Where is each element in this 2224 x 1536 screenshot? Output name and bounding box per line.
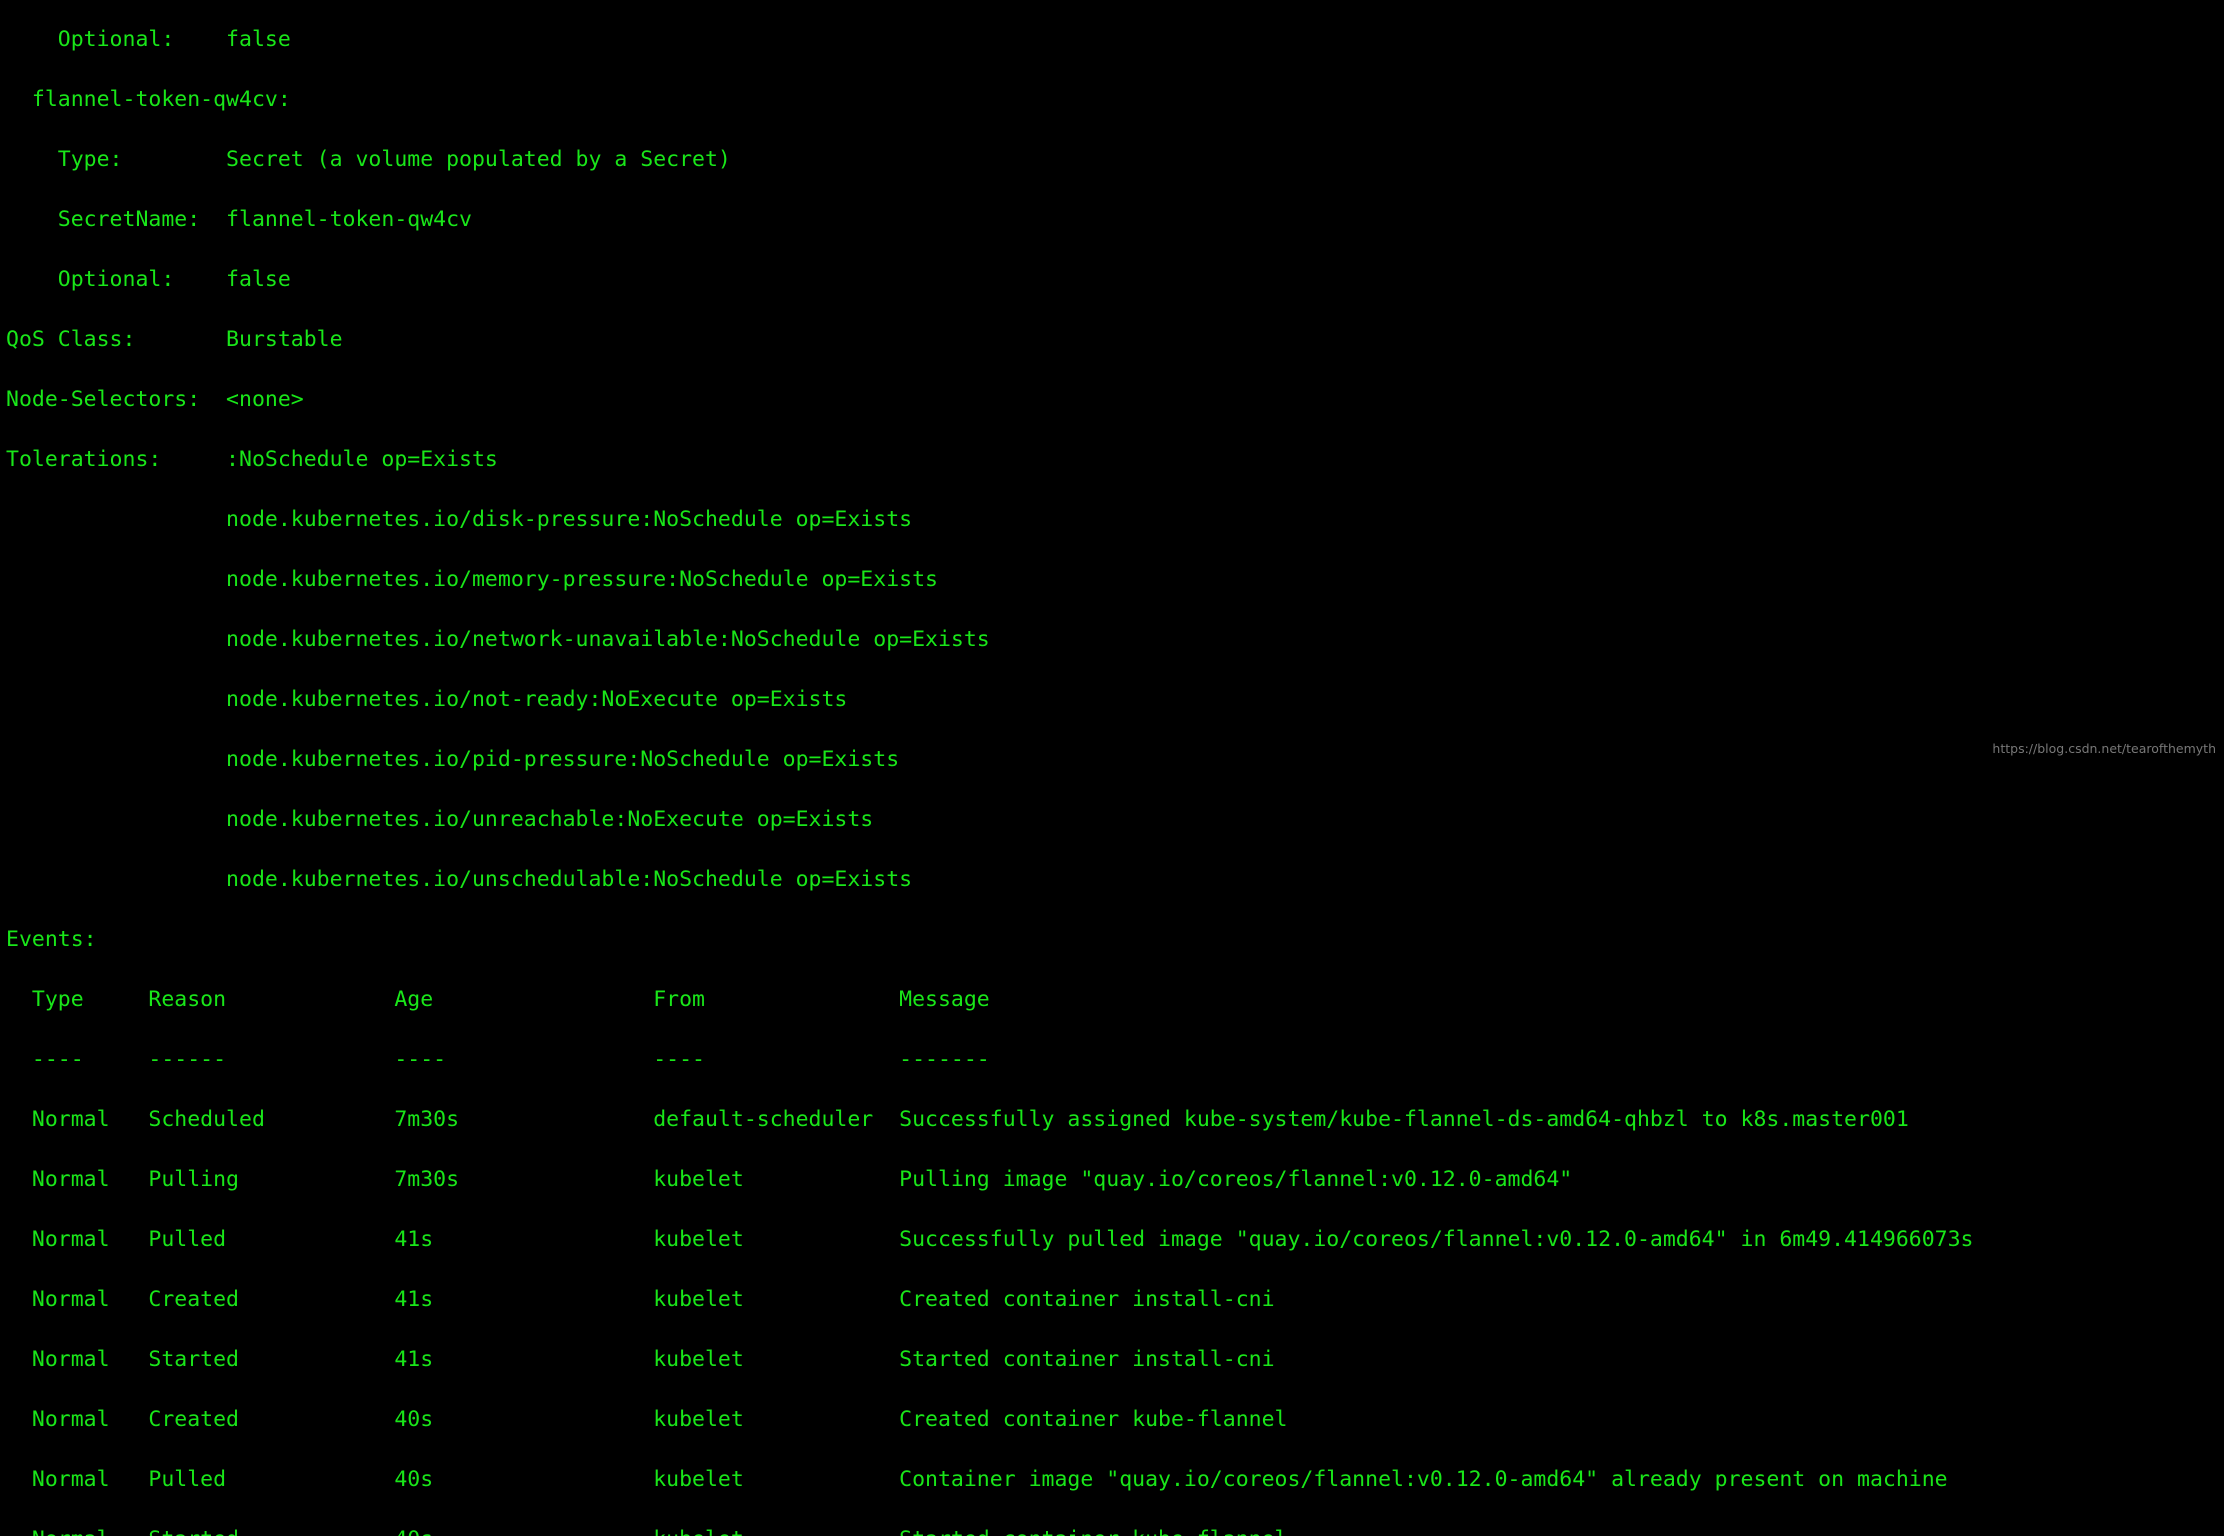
terminal-line: Tolerations: :NoSchedule op=Exists <box>6 447 498 472</box>
terminal-line: Optional: false <box>6 27 291 52</box>
terminal-line-event-row: Normal Pulled 40s kubelet Container imag… <box>6 1467 1948 1492</box>
terminal-line-event-row: Normal Scheduled 7m30s default-scheduler… <box>6 1107 1909 1132</box>
terminal-line: node.kubernetes.io/not-ready:NoExecute o… <box>6 687 848 712</box>
terminal-line: node.kubernetes.io/memory-pressure:NoSch… <box>6 567 938 592</box>
terminal-line-event-row: Normal Created 40s kubelet Created conta… <box>6 1407 1288 1432</box>
terminal-window[interactable]: Optional: false flannel-token-qw4cv: Typ… <box>0 0 2224 1536</box>
terminal-line-event-row: Normal Pulled 41s kubelet Successfully p… <box>6 1227 1974 1252</box>
terminal-line-events-header: Events: <box>6 927 97 952</box>
terminal-line-table-header: Type Reason Age From Message <box>6 987 990 1012</box>
terminal-line: node.kubernetes.io/unschedulable:NoSched… <box>6 867 913 892</box>
terminal-line: node.kubernetes.io/pid-pressure:NoSchedu… <box>6 747 900 772</box>
terminal-line: flannel-token-qw4cv: <box>6 87 291 112</box>
terminal-line-table-separator: ---- ------ ---- ---- ------- <box>6 1047 990 1072</box>
terminal-line-event-row: Normal Started 40s kubelet Started conta… <box>6 1529 2224 1536</box>
terminal-line-event-row: Normal Created 41s kubelet Created conta… <box>6 1287 1275 1312</box>
terminal-line: node.kubernetes.io/network-unavailable:N… <box>6 627 990 652</box>
terminal-line: Type: Secret (a volume populated by a Se… <box>6 147 731 172</box>
top-edge-mask <box>0 0 2224 3</box>
terminal-line: node.kubernetes.io/disk-pressure:NoSched… <box>6 507 913 532</box>
terminal-output: Optional: false flannel-token-qw4cv: Typ… <box>6 0 2224 1536</box>
watermark-text: https://blog.csdn.net/tearofthemyth <box>1992 741 2216 756</box>
terminal-line: node.kubernetes.io/unreachable:NoExecute… <box>6 807 874 832</box>
terminal-line: SecretName: flannel-token-qw4cv <box>6 207 472 232</box>
terminal-line-event-row: Normal Pulling 7m30s kubelet Pulling ima… <box>6 1167 1573 1192</box>
terminal-line: Node-Selectors: <none> <box>6 387 304 412</box>
terminal-line: QoS Class: Burstable <box>6 327 343 352</box>
terminal-line: Optional: false <box>6 267 291 292</box>
terminal-line-event-row: Normal Started 41s kubelet Started conta… <box>6 1347 1275 1372</box>
